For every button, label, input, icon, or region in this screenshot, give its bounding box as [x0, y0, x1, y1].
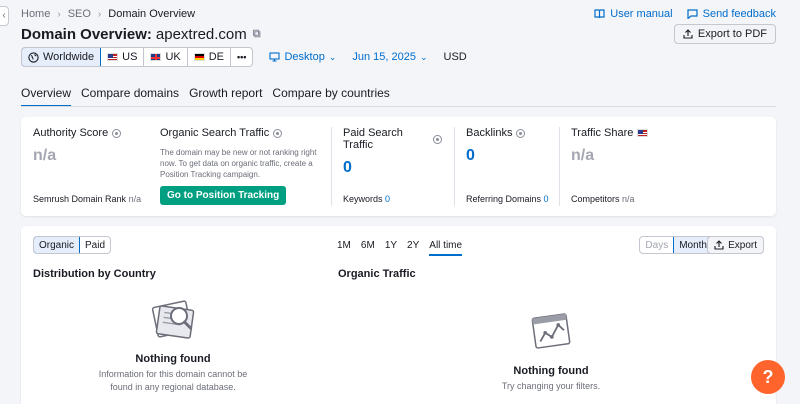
- organic-traffic-empty-desc: Try changing your filters.: [501, 381, 601, 391]
- tab-compare-by-countries[interactable]: Compare by countries: [272, 86, 389, 107]
- collapse-handle[interactable]: ‹: [0, 6, 9, 26]
- traffic-share-value: n/a: [571, 147, 595, 164]
- region-de[interactable]: DE: [188, 48, 231, 66]
- divider: [331, 127, 332, 206]
- search-document-icon: [151, 300, 195, 339]
- toggle-days[interactable]: Days: [640, 237, 673, 253]
- date-dropdown[interactable]: Jun 15, 2025 ⌄: [352, 51, 427, 63]
- paid-traffic-value[interactable]: 0: [343, 159, 442, 177]
- range-1m[interactable]: 1M: [337, 240, 351, 256]
- metric-organic-traffic: Organic Search Traffic The domain may be…: [148, 117, 331, 216]
- currency-label: USD: [443, 51, 467, 63]
- more-icon: •••: [237, 52, 247, 62]
- help-button[interactable]: ?: [751, 360, 785, 394]
- breadcrumb-current: Domain Overview: [108, 8, 196, 20]
- tabs-divider: [21, 106, 776, 107]
- region-us[interactable]: US: [101, 48, 145, 66]
- divider: [454, 127, 455, 206]
- breadcrumb-home[interactable]: Home: [21, 8, 50, 20]
- info-icon[interactable]: [516, 128, 526, 138]
- filters-bar: Worldwide US UK DE ••• Desktop ⌄ Jun 15,…: [21, 47, 467, 67]
- distribution-empty-desc-2: found in any regional database.: [110, 382, 236, 392]
- export-pdf-button[interactable]: Export to PDF: [673, 24, 776, 44]
- uk-flag-icon: [150, 53, 162, 61]
- desktop-icon: [269, 52, 281, 62]
- chevron-right-icon: ›: [97, 8, 102, 20]
- page-title: Domain Overview: apextred.com ⧉: [21, 26, 261, 43]
- info-icon[interactable]: [433, 134, 442, 144]
- send-feedback-link[interactable]: Send feedback: [687, 8, 776, 20]
- organic-traffic-empty-state: Nothing found Try changing your filters.: [465, 310, 637, 393]
- organic-traffic-title: Organic Traffic: [338, 268, 416, 280]
- tabs: Overview Compare domains Growth report C…: [21, 86, 390, 107]
- chart-icon: [531, 313, 571, 349]
- metric-backlinks: Backlinks 0 Referring Domains 0: [454, 117, 559, 216]
- upload-icon: [683, 29, 693, 39]
- distribution-empty-state: Nothing found Information for this domai…: [83, 296, 263, 394]
- tab-compare-domains[interactable]: Compare domains: [81, 86, 179, 107]
- domain-name: apextred.com: [155, 26, 247, 43]
- range-all-time[interactable]: All time: [429, 240, 463, 256]
- divider: [559, 127, 560, 206]
- toggle-organic[interactable]: Organic: [34, 237, 81, 253]
- top-links: User manual Send feedback: [594, 8, 776, 20]
- upload-icon: [714, 240, 724, 250]
- range-1y[interactable]: 1Y: [385, 240, 397, 256]
- chevron-down-icon: ⌄: [328, 51, 337, 62]
- more-regions-button[interactable]: •••: [231, 48, 252, 66]
- globe-icon: [28, 51, 39, 63]
- backlinks-value[interactable]: 0: [466, 147, 547, 165]
- distribution-empty-desc-1: Information for this domain cannot be: [98, 369, 248, 379]
- tab-growth-report[interactable]: Growth report: [189, 86, 262, 107]
- breadcrumb: Home › SEO › Domain Overview: [21, 8, 195, 20]
- user-manual-link[interactable]: User manual: [594, 8, 673, 20]
- metric-traffic-share: Traffic Share n/a Competitors n/a: [559, 117, 776, 216]
- metrics-card: Authority Score n/a Semrush Domain Rank …: [21, 117, 776, 216]
- chat-icon: [687, 9, 698, 19]
- range-2y[interactable]: 2Y: [407, 240, 419, 256]
- tab-overview[interactable]: Overview: [21, 86, 72, 107]
- authority-score-value: n/a: [33, 147, 57, 164]
- distribution-empty-title: Nothing found: [135, 353, 211, 365]
- book-icon: [594, 9, 605, 19]
- range-selector: 1M 6M 1Y 2Y All time: [337, 240, 463, 256]
- breadcrumb-seo[interactable]: SEO: [68, 8, 91, 20]
- main-panel: Organic Paid 1M 6M 1Y 2Y All time Days M…: [21, 226, 776, 404]
- metric-authority-score: Authority Score n/a Semrush Domain Rank …: [33, 127, 142, 204]
- info-icon[interactable]: [273, 128, 283, 138]
- info-icon[interactable]: [112, 128, 122, 138]
- range-6m[interactable]: 6M: [361, 240, 375, 256]
- us-flag-icon: [637, 129, 649, 137]
- de-flag-icon: [193, 53, 205, 61]
- chevron-down-icon: ⌄: [419, 51, 428, 62]
- distribution-title: Distribution by Country: [33, 268, 156, 280]
- toggle-paid[interactable]: Paid: [80, 237, 110, 253]
- region-uk[interactable]: UK: [144, 48, 188, 66]
- external-link-icon[interactable]: ⧉: [253, 28, 261, 41]
- organic-note: The domain may be new or not ranking rig…: [160, 148, 317, 179]
- go-to-position-tracking-button[interactable]: Go to Position Tracking: [160, 186, 287, 205]
- traffic-type-toggle: Organic Paid: [33, 236, 112, 254]
- us-flag-icon: [107, 53, 119, 61]
- region-selector: Worldwide US UK DE •••: [21, 47, 254, 67]
- export-button[interactable]: Export: [707, 236, 764, 254]
- region-worldwide[interactable]: Worldwide: [22, 48, 102, 66]
- chevron-right-icon: ›: [57, 8, 61, 20]
- metric-paid-traffic: Paid Search Traffic 0 Keywords 0: [331, 117, 454, 216]
- organic-traffic-empty-title: Nothing found: [513, 365, 589, 377]
- device-dropdown[interactable]: Desktop ⌄: [269, 51, 336, 63]
